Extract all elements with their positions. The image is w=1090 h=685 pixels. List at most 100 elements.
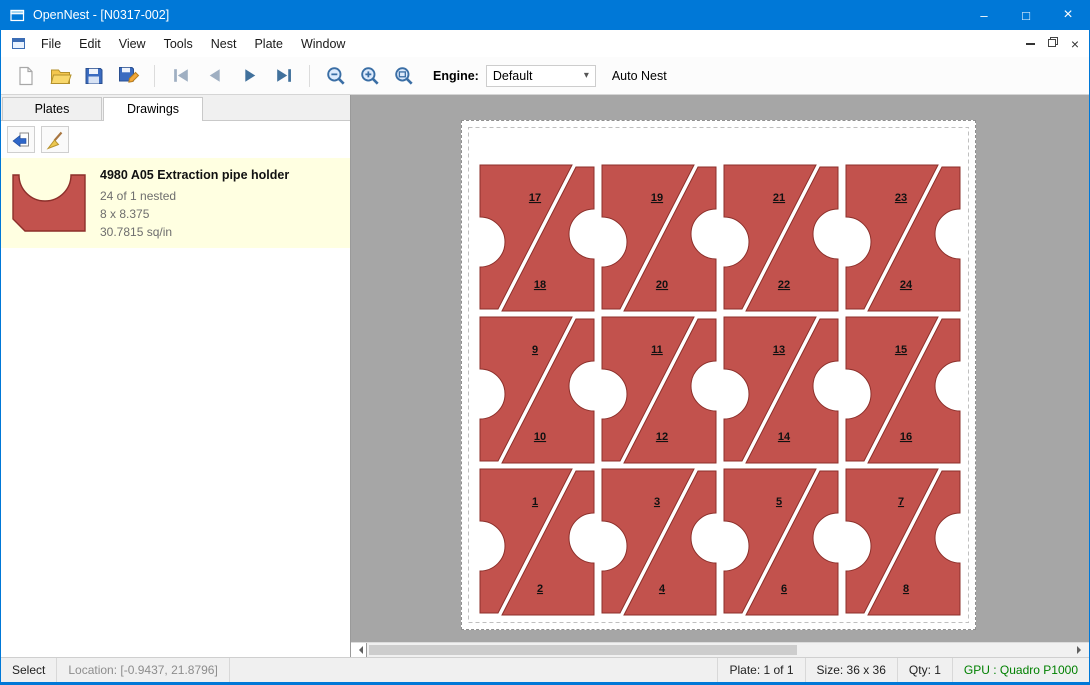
scroll-right-button[interactable]: [1073, 643, 1089, 657]
part-number-label: 7: [898, 496, 904, 508]
save-as-button[interactable]: [113, 61, 143, 91]
last-plate-button[interactable]: [268, 61, 298, 91]
status-gpu: GPU : Quadro P1000: [952, 658, 1089, 682]
menu-window[interactable]: Window: [292, 32, 354, 56]
menu-edit[interactable]: Edit: [70, 32, 110, 56]
import-arrow-icon: [11, 130, 31, 150]
nest-pair: 21 22: [724, 165, 838, 311]
nest-pair: 56: [724, 469, 838, 615]
next-arrow-icon: [239, 65, 260, 86]
engine-value: Default: [493, 69, 533, 83]
menu-view[interactable]: View: [110, 32, 155, 56]
part-number-label: 9: [532, 344, 538, 356]
toolbar-separator: [154, 65, 155, 87]
new-button[interactable]: [11, 61, 41, 91]
replace-drawing-button[interactable]: [7, 126, 35, 153]
nest-pair: 23 24: [846, 165, 960, 311]
app-window: OpenNest - [N0317-002] – □ × File Edit V…: [0, 0, 1090, 685]
part-number-label: 10: [534, 431, 546, 443]
drawing-nested-count: 24 of 1 nested: [100, 187, 289, 205]
zoom-fit-button[interactable]: [389, 61, 419, 91]
scrollbar-thumb[interactable]: [369, 645, 797, 655]
nest-pair: 1516: [846, 317, 960, 463]
nest-pair: 78: [846, 469, 960, 615]
first-plate-button[interactable]: [166, 61, 196, 91]
part-number-label: 2: [537, 583, 543, 595]
auto-nest-button[interactable]: Auto Nest: [612, 69, 667, 83]
part-number-label: 16: [900, 431, 912, 443]
part-number-label: 21: [773, 192, 785, 204]
zoom-fit-icon: [393, 65, 415, 87]
mdi-restore-icon[interactable]: [1047, 36, 1059, 51]
part-number-label: 19: [651, 192, 663, 204]
nest-canvas[interactable]: 171819202122232491011121314151612345678: [351, 95, 1089, 657]
nest-pair: 34: [602, 469, 716, 615]
drawings-toolbar: [1, 121, 350, 158]
menu-tools[interactable]: Tools: [155, 32, 202, 56]
part-number-label: 20: [656, 279, 668, 291]
nest-pair: 1112: [602, 317, 716, 463]
previous-plate-button[interactable]: [200, 61, 230, 91]
engine-select[interactable]: Default ▾: [486, 65, 596, 87]
part-number-label: 23: [895, 192, 907, 204]
part-number-label: 18: [534, 279, 546, 291]
maximize-button[interactable]: □: [1005, 0, 1047, 30]
open-button[interactable]: [45, 61, 75, 91]
part-number-label: 14: [778, 431, 791, 443]
last-arrow-icon: [273, 65, 294, 86]
broom-icon: [45, 130, 65, 150]
previous-arrow-icon: [205, 65, 226, 86]
main-toolbar: Engine: Default ▾ Auto Nest: [1, 57, 1089, 95]
engine-label: Engine:: [433, 69, 479, 83]
right-arrow-icon: [1077, 646, 1085, 654]
minimize-button[interactable]: –: [963, 0, 1005, 30]
part-number-label: 22: [778, 279, 790, 291]
menu-plate[interactable]: Plate: [245, 32, 292, 56]
mdi-close-icon[interactable]: ×: [1071, 37, 1079, 51]
part-number-label: 3: [654, 496, 660, 508]
mdi-minimize-icon[interactable]: [1026, 43, 1035, 45]
window-title: OpenNest - [N0317-002]: [33, 8, 169, 22]
part-number-label: 24: [900, 279, 913, 291]
zoom-in-icon: [359, 65, 381, 87]
part-number-label: 1: [532, 496, 538, 508]
part-number-label: 5: [776, 496, 782, 508]
close-button[interactable]: ×: [1047, 0, 1089, 30]
title-bar: OpenNest - [N0317-002] – □ ×: [1, 0, 1089, 30]
save-edit-icon: [117, 64, 140, 87]
left-panel: Plates Drawings: [1, 95, 351, 657]
status-plate: Plate: 1 of 1: [717, 658, 804, 682]
nest-pair: 9 10: [480, 317, 594, 463]
open-folder-icon: [49, 64, 72, 87]
menu-nest[interactable]: Nest: [202, 32, 246, 56]
horizontal-scrollbar[interactable]: [351, 642, 1089, 657]
content-area: Plates Drawings: [1, 95, 1089, 657]
toolbar-separator: [309, 65, 310, 87]
scroll-left-button[interactable]: [351, 643, 367, 657]
menu-file[interactable]: File: [32, 32, 70, 56]
save-button[interactable]: [79, 61, 109, 91]
panel-tabs: Plates Drawings: [1, 95, 350, 121]
document-icon[interactable]: [11, 36, 26, 51]
part-number-label: 4: [659, 583, 666, 595]
chevron-down-icon: ▾: [584, 70, 589, 81]
clean-button[interactable]: [41, 126, 69, 153]
status-location: Location: [-0.9437, 21.8796]: [57, 658, 229, 682]
zoom-in-button[interactable]: [355, 61, 385, 91]
part-number-label: 6: [781, 583, 787, 595]
zoom-out-button[interactable]: [321, 61, 351, 91]
zoom-out-icon: [325, 65, 347, 87]
nest-pair: 1920: [602, 165, 716, 311]
drawing-thumbnail: [7, 165, 91, 239]
tab-plates[interactable]: Plates: [2, 97, 102, 120]
nest-pair: 12: [480, 469, 594, 615]
nest-pair: 1718: [480, 165, 594, 311]
nest-plate-svg: 171819202122232491011121314151612345678: [462, 121, 975, 629]
part-number-label: 8: [903, 583, 909, 595]
next-plate-button[interactable]: [234, 61, 264, 91]
drawing-area: 30.7815 sq/in: [100, 223, 289, 241]
status-bar: Select Location: [-0.9437, 21.8796] Plat…: [1, 657, 1089, 682]
tab-drawings[interactable]: Drawings: [103, 97, 203, 121]
drawing-list-item[interactable]: 4980 A05 Extraction pipe holder 24 of 1 …: [1, 158, 350, 248]
drawing-info: 4980 A05 Extraction pipe holder 24 of 1 …: [100, 165, 289, 241]
